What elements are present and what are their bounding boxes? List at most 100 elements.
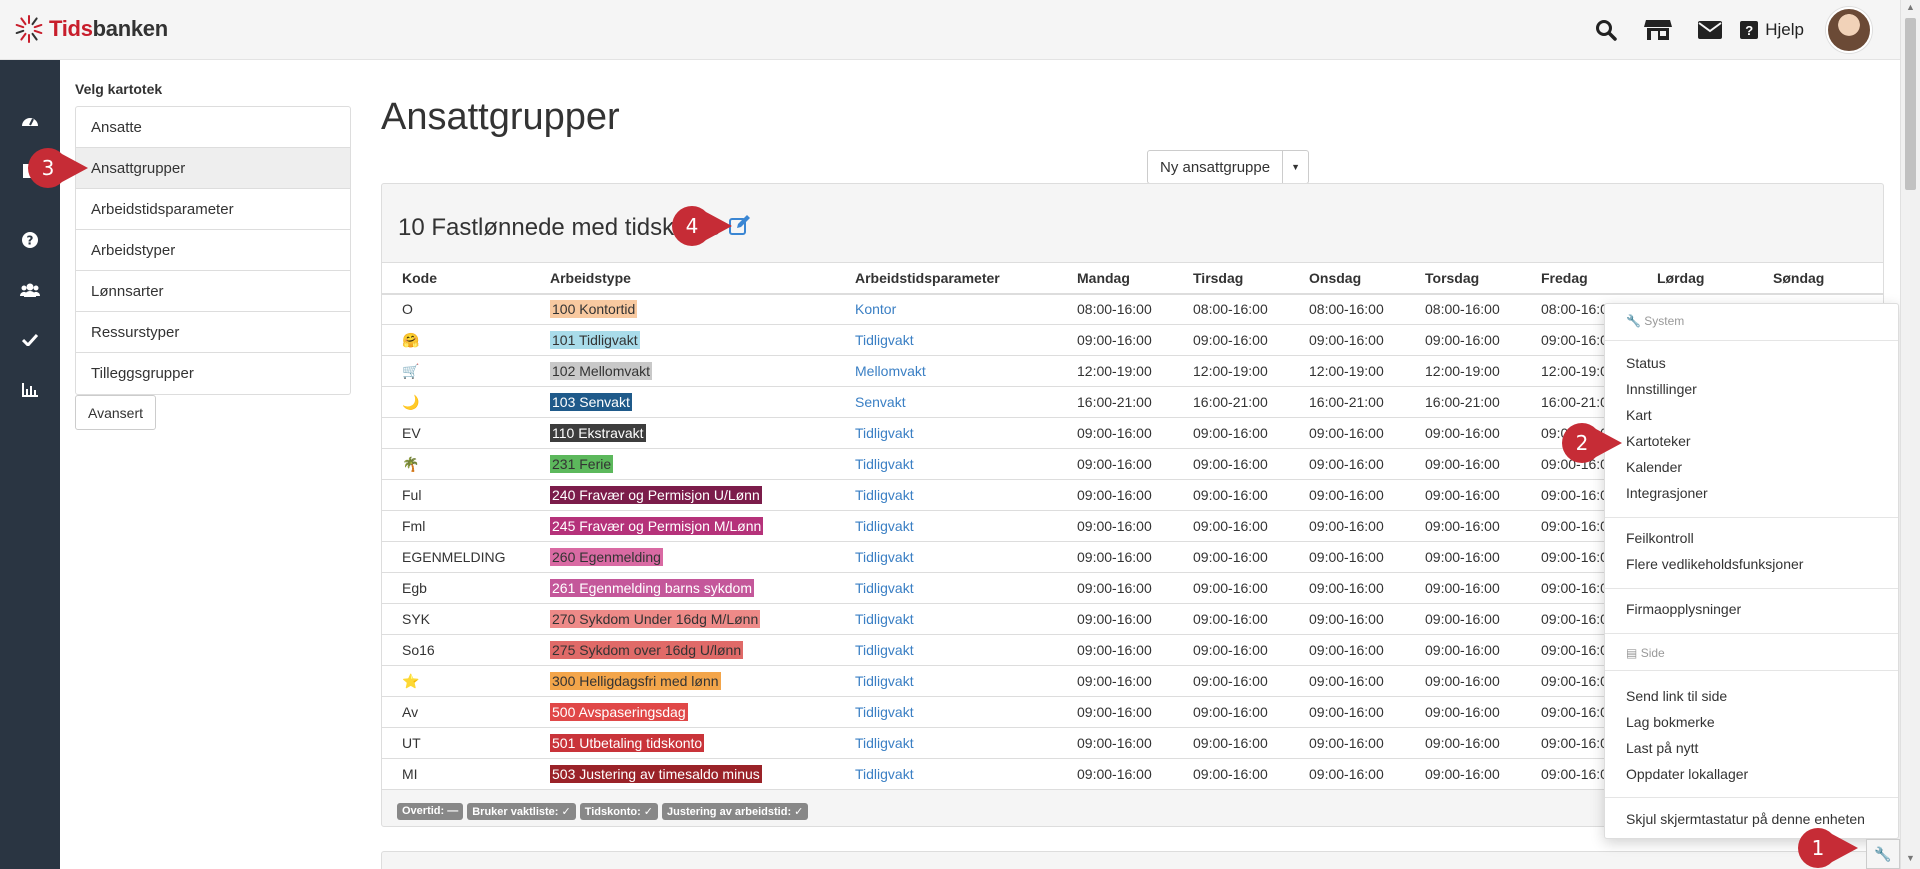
cell-time: 16:00-21:00 (1289, 386, 1405, 418)
cell-time: 09:00-16:00 (1057, 417, 1173, 449)
cell-time: 09:00-16:00 (1057, 665, 1173, 697)
column-header-arbeidstype[interactable]: Arbeidstype (530, 262, 835, 295)
cell-time: 09:00-16:00 (1057, 324, 1173, 356)
parameter-link[interactable]: Senvakt (855, 394, 906, 410)
menu-item-integrasjoner[interactable]: Integrasjoner (1626, 485, 1708, 501)
user-avatar[interactable] (1826, 7, 1872, 53)
mail-icon[interactable] (1684, 8, 1736, 52)
column-header-tirsdag[interactable]: Tirsdag (1173, 262, 1289, 295)
menu-item-kart[interactable]: Kart (1626, 407, 1652, 423)
logo-stroke (19, 17, 27, 26)
page-scrollbar[interactable]: ▲ ▼ (1900, 0, 1920, 869)
cell-time: 09:00-16:00 (1405, 541, 1521, 573)
new-employee-group-button[interactable]: Ny ansattgruppe (1147, 150, 1284, 184)
kartotek-item-tilleggsgrupper[interactable]: Tilleggsgrupper (76, 353, 350, 394)
help-link[interactable]: ? Hjelp (1740, 20, 1804, 40)
cell-time: 09:00-16:00 (1289, 758, 1405, 790)
cell-time: 09:00-16:00 (1405, 572, 1521, 604)
menu-divider (1605, 670, 1898, 671)
menu-item-last-pa-nytt[interactable]: Last på nytt (1626, 740, 1698, 756)
system-menu-toggle-wrench-icon[interactable]: 🔧 (1866, 839, 1900, 869)
menu-item-send-link[interactable]: Send link til side (1626, 688, 1727, 704)
parameter-link[interactable]: Tidligvakt (855, 766, 914, 782)
cell-time: 09:00-16:00 (1405, 510, 1521, 542)
menu-item-vedlikehold[interactable]: Flere vedlikeholdsfunksjoner (1626, 556, 1803, 572)
cell-arbeidstidsparameter: Tidligvakt (835, 510, 1057, 542)
column-header-kode[interactable]: Kode (382, 262, 530, 295)
question-icon[interactable]: ? (0, 225, 60, 255)
parameter-link[interactable]: Tidligvakt (855, 642, 914, 658)
kartotek-item-ansattgrupper[interactable]: Ansattgrupper (76, 148, 350, 189)
column-header-onsdag[interactable]: Onsdag (1289, 262, 1405, 295)
column-header-arbeidstidsparameter[interactable]: Arbeidstidsparameter (835, 262, 1057, 295)
kartotek-item-ansatte[interactable]: Ansatte (76, 107, 350, 148)
cell-time: 08:00-16:00 (1405, 293, 1521, 325)
scrollbar-thumb[interactable] (1905, 18, 1916, 190)
parameter-link[interactable]: Kontor (855, 301, 896, 317)
parameter-link[interactable]: Tidligvakt (855, 611, 914, 627)
menu-item-bokmerke[interactable]: Lag bokmerke (1626, 714, 1715, 730)
help-icon: ? (1740, 21, 1759, 39)
menu-item-innstillinger[interactable]: Innstillinger (1626, 381, 1697, 397)
parameter-link[interactable]: Tidligvakt (855, 704, 914, 720)
cell-arbeidstidsparameter: Tidligvakt (835, 479, 1057, 511)
menu-item-status[interactable]: Status (1626, 355, 1666, 371)
cell-time: 09:00-16:00 (1173, 665, 1289, 697)
kartotek-item-arbeidstidsparameter[interactable]: Arbeidstidsparameter (76, 189, 350, 230)
users-icon[interactable] (0, 275, 60, 305)
cell-kode: ⭐ (382, 665, 530, 697)
parameter-link[interactable]: Tidligvakt (855, 549, 914, 565)
search-icon[interactable] (1580, 8, 1632, 52)
store-icon[interactable] (1632, 8, 1684, 52)
parameter-link[interactable]: Tidligvakt (855, 332, 914, 348)
worktype-label: 110 Ekstravakt (550, 424, 646, 442)
cell-kode: UT (382, 727, 530, 759)
column-header-søndag[interactable]: Søndag (1753, 262, 1883, 295)
cell-arbeidstype: 101 Tidligvakt (530, 324, 835, 356)
menu-item-kartoteker[interactable]: Kartoteker (1626, 433, 1691, 449)
cell-kode: Ful (382, 479, 530, 511)
advanced-button[interactable]: Avansert (75, 395, 156, 430)
parameter-link[interactable]: Tidligvakt (855, 673, 914, 689)
status-badge: Bruker vaktliste: ✓ (467, 803, 576, 820)
tidsbanken-logo[interactable]: Tidsbanken (14, 14, 168, 44)
parameter-link[interactable]: Tidligvakt (855, 425, 914, 441)
logo-stroke (28, 34, 30, 43)
parameter-link[interactable]: Tidligvakt (855, 580, 914, 596)
scroll-down-arrow-icon[interactable]: ▼ (1906, 853, 1915, 863)
chevron-down-icon[interactable]: ▼ (1283, 150, 1310, 184)
menu-item-kalender[interactable]: Kalender (1626, 459, 1682, 475)
cell-arbeidstype: 503 Justering av timesaldo minus (530, 758, 835, 790)
kartotek-item-arbeidstyper[interactable]: Arbeidstyper (76, 230, 350, 271)
cell-arbeidstidsparameter: Tidligvakt (835, 696, 1057, 728)
cell-time: 09:00-16:00 (1289, 479, 1405, 511)
cell-arbeidstidsparameter: Kontor (835, 293, 1057, 325)
kartotek-item-lønnsarter[interactable]: Lønnsarter (76, 271, 350, 312)
dashboard-icon[interactable] (0, 105, 60, 135)
cell-time: 09:00-16:00 (1057, 603, 1173, 635)
menu-item-skjul-tastatur[interactable]: Skjul skjermtastatur på denne enheten (1626, 811, 1865, 827)
parameter-link[interactable]: Tidligvakt (855, 456, 914, 472)
checkmark-icon[interactable] (0, 325, 60, 355)
chart-icon[interactable] (0, 375, 60, 405)
parameter-link[interactable]: Tidligvakt (855, 735, 914, 751)
table-header-row: Kode Arbeidstype Arbeidstidsparameter Manda… (382, 262, 1883, 295)
column-header-torsdag[interactable]: Torsdag (1405, 262, 1521, 295)
cell-kode: So16 (382, 634, 530, 666)
cell-kode: 🌴 (382, 448, 530, 480)
column-header-lørdag[interactable]: Lørdag (1637, 262, 1753, 295)
kartotek-item-ressurstyper[interactable]: Ressurstyper (76, 312, 350, 353)
logo-stroke (15, 23, 25, 29)
column-header-mandag[interactable]: Mandag (1057, 262, 1173, 295)
parameter-link[interactable]: Tidligvakt (855, 487, 914, 503)
status-badge: Justering av arbeidstid: ✓ (662, 803, 809, 820)
menu-item-firmaopplysninger[interactable]: Firmaopplysninger (1626, 601, 1741, 617)
scroll-up-arrow-icon[interactable]: ▲ (1906, 2, 1915, 12)
menu-item-oppdater-lokallager[interactable]: Oppdater lokallager (1626, 766, 1748, 782)
parameter-link[interactable]: Mellomvakt (855, 363, 926, 379)
status-badge: Overtid: — (397, 803, 464, 820)
menu-item-feilkontroll[interactable]: Feilkontroll (1626, 530, 1694, 546)
column-header-fredag[interactable]: Fredag (1521, 262, 1637, 295)
worktype-label: 101 Tidligvakt (550, 331, 640, 349)
parameter-link[interactable]: Tidligvakt (855, 518, 914, 534)
